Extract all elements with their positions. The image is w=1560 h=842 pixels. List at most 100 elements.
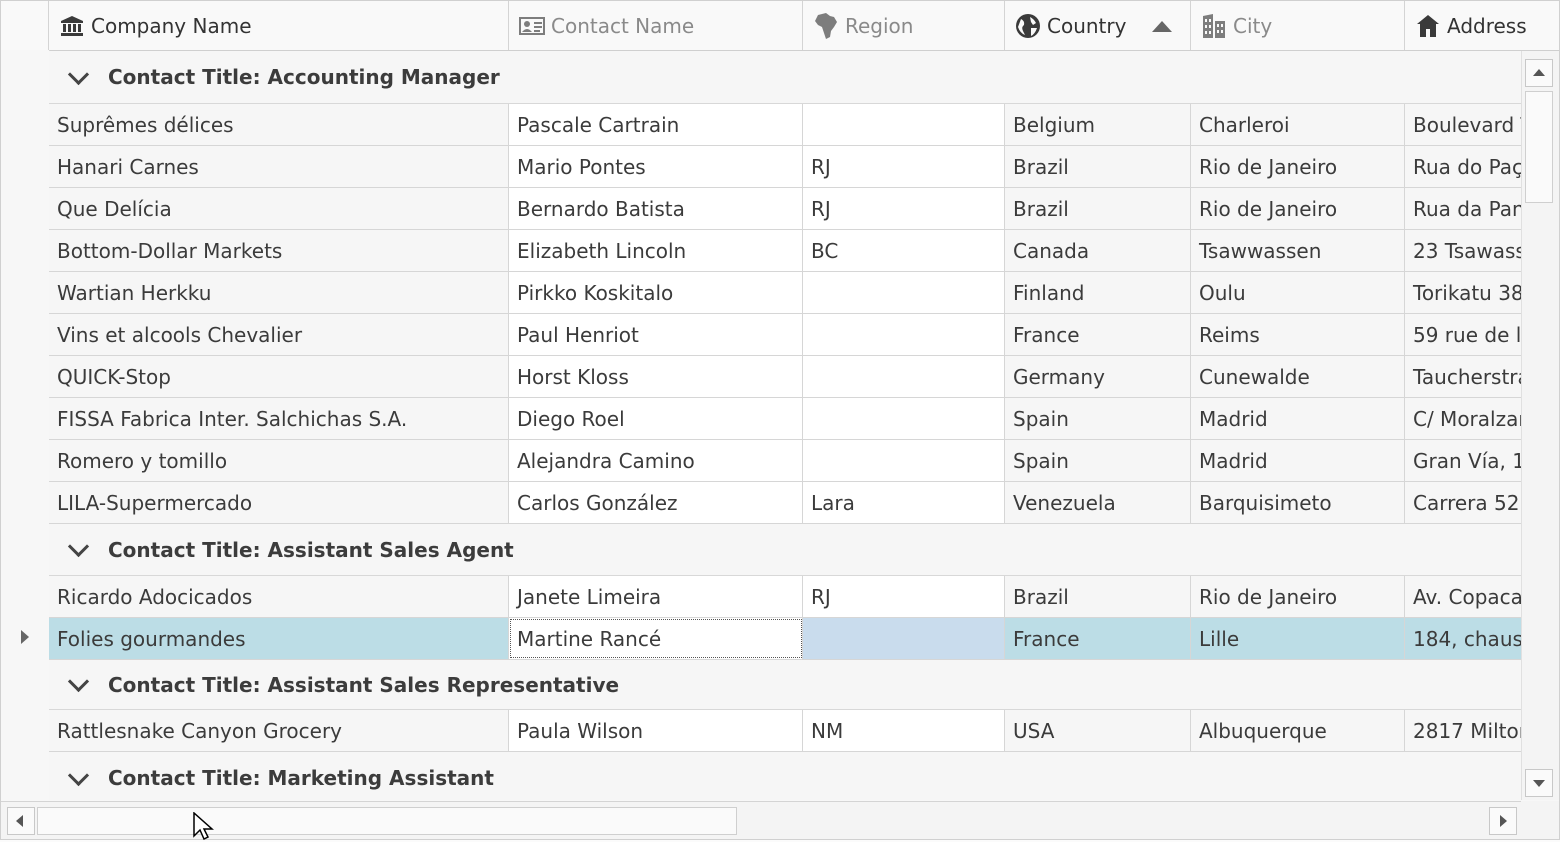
cell-region[interactable]	[803, 356, 1005, 397]
column-header-contact[interactable]: Contact Name	[509, 1, 803, 50]
cell-address[interactable]: 23 Tsawasse	[1405, 230, 1521, 271]
cell-company[interactable]: Hanari Carnes	[49, 146, 509, 187]
cell-region[interactable]	[803, 440, 1005, 481]
chevron-down-icon[interactable]	[67, 535, 90, 558]
table-row[interactable]: Romero y tomillo Alejandra Camino Spain …	[49, 440, 1521, 482]
cell-city[interactable]: Albuquerque	[1191, 710, 1405, 751]
cell-city[interactable]: Rio de Janeiro	[1191, 188, 1405, 229]
cell-address[interactable]: 2817 Milton	[1405, 710, 1521, 751]
column-header-city[interactable]: City	[1191, 1, 1405, 50]
cell-contact[interactable]: Pirkko Koskitalo	[509, 272, 803, 313]
cell-region[interactable]: RJ	[803, 146, 1005, 187]
group-row[interactable]: Contact Title: Marketing Assistant	[49, 752, 1521, 800]
cell-country[interactable]: Canada	[1005, 230, 1191, 271]
table-row[interactable]: Hanari Carnes Mario Pontes RJ Brazil Rio…	[49, 146, 1521, 188]
cell-company[interactable]: Suprêmes délices	[49, 104, 509, 145]
column-header-region[interactable]: Region	[803, 1, 1005, 50]
scroll-up-button[interactable]	[1525, 59, 1553, 87]
cell-address[interactable]: Carrera 52 c	[1405, 482, 1521, 523]
cell-address[interactable]: Av. Copacab	[1405, 576, 1521, 617]
cell-country[interactable]: Brazil	[1005, 146, 1191, 187]
cell-company[interactable]: Romero y tomillo	[49, 440, 509, 481]
table-row[interactable]: Que Delícia Bernardo Batista RJ Brazil R…	[49, 188, 1521, 230]
table-row[interactable]: LILA-Supermercado Carlos González Lara V…	[49, 482, 1521, 524]
cell-city[interactable]: Lille	[1191, 618, 1405, 659]
cell-country[interactable]: Belgium	[1005, 104, 1191, 145]
table-row[interactable]: Wartian Herkku Pirkko Koskitalo Finland …	[49, 272, 1521, 314]
cell-contact[interactable]: Elizabeth Lincoln	[509, 230, 803, 271]
chevron-down-icon[interactable]	[67, 63, 90, 85]
cell-company[interactable]: Que Delícia	[49, 188, 509, 229]
cell-contact[interactable]: Janete Limeira	[509, 576, 803, 617]
cell-address[interactable]: Boulevard Ti	[1405, 104, 1521, 145]
column-header-country[interactable]: Country	[1005, 1, 1191, 50]
cell-contact[interactable]: Alejandra Camino	[509, 440, 803, 481]
cell-city[interactable]: Reims	[1191, 314, 1405, 355]
scroll-right-button[interactable]	[1489, 807, 1517, 835]
cell-contact[interactable]: Bernardo Batista	[509, 188, 803, 229]
cell-country[interactable]: Brazil	[1005, 576, 1191, 617]
cell-city[interactable]: Oulu	[1191, 272, 1405, 313]
cell-company[interactable]: Wartian Herkku	[49, 272, 509, 313]
cell-contact[interactable]: Horst Kloss	[509, 356, 803, 397]
cell-region[interactable]: Lara	[803, 482, 1005, 523]
horizontal-scroll-thumb[interactable]	[37, 807, 737, 835]
scroll-left-button[interactable]	[7, 807, 35, 835]
cell-region[interactable]: RJ	[803, 188, 1005, 229]
cell-country[interactable]: Brazil	[1005, 188, 1191, 229]
cell-address[interactable]: Taucherstra	[1405, 356, 1521, 397]
table-row[interactable]: Rattlesnake Canyon Grocery Paula Wilson …	[49, 710, 1521, 752]
column-header-address[interactable]: Address	[1405, 1, 1559, 50]
cell-region[interactable]	[803, 104, 1005, 145]
vertical-scrollbar[interactable]	[1521, 51, 1559, 800]
cell-contact-focused[interactable]: Martine Rancé	[509, 618, 803, 659]
cell-contact[interactable]: Diego Roel	[509, 398, 803, 439]
cell-region[interactable]: NM	[803, 710, 1005, 751]
cell-country[interactable]: Venezuela	[1005, 482, 1191, 523]
chevron-down-icon[interactable]	[67, 670, 90, 693]
table-row[interactable]: QUICK-Stop Horst Kloss Germany Cunewalde…	[49, 356, 1521, 398]
cell-country[interactable]: Finland	[1005, 272, 1191, 313]
cell-address[interactable]: Gran Vía, 1	[1405, 440, 1521, 481]
cell-city[interactable]: Rio de Janeiro	[1191, 146, 1405, 187]
cell-country[interactable]: France	[1005, 314, 1191, 355]
cell-city[interactable]: Madrid	[1191, 398, 1405, 439]
group-row[interactable]: Contact Title: Assistant Sales Represent…	[49, 660, 1521, 710]
cell-contact[interactable]: Paula Wilson	[509, 710, 803, 751]
cell-company[interactable]: LILA-Supermercado	[49, 482, 509, 523]
group-row[interactable]: Contact Title: Assistant Sales Agent	[49, 524, 1521, 576]
horizontal-scrollbar[interactable]	[1, 801, 1559, 839]
cell-city[interactable]: Madrid	[1191, 440, 1405, 481]
cell-city[interactable]: Tsawwassen	[1191, 230, 1405, 271]
cell-country[interactable]: Spain	[1005, 440, 1191, 481]
cell-contact[interactable]: Pascale Cartrain	[509, 104, 803, 145]
chevron-down-icon[interactable]	[67, 764, 90, 786]
cell-address[interactable]: C/ Moralzarz	[1405, 398, 1521, 439]
column-header-company[interactable]: Company Name	[49, 1, 509, 50]
table-row[interactable]: Vins et alcools Chevalier Paul Henriot F…	[49, 314, 1521, 356]
cell-address[interactable]: Torikatu 38	[1405, 272, 1521, 313]
cell-region[interactable]: BC	[803, 230, 1005, 271]
cell-city[interactable]: Charleroi	[1191, 104, 1405, 145]
cell-company[interactable]: FISSA Fabrica Inter. Salchichas S.A.	[49, 398, 509, 439]
cell-region[interactable]: RJ	[803, 576, 1005, 617]
table-row[interactable]: FISSA Fabrica Inter. Salchichas S.A. Die…	[49, 398, 1521, 440]
cell-city[interactable]: Barquisimeto	[1191, 482, 1405, 523]
table-row[interactable]: Suprêmes délices Pascale Cartrain Belgiu…	[49, 104, 1521, 146]
cell-region[interactable]	[803, 272, 1005, 313]
cell-company[interactable]: Ricardo Adocicados	[49, 576, 509, 617]
cell-address[interactable]: Rua da Pana	[1405, 188, 1521, 229]
table-row-selected[interactable]: Folies gourmandes Martine Rancé France L…	[49, 618, 1521, 660]
scroll-down-button[interactable]	[1525, 769, 1553, 797]
table-row[interactable]: Ricardo Adocicados Janete Limeira RJ Bra…	[49, 576, 1521, 618]
cell-address[interactable]: 184, chausse	[1405, 618, 1521, 659]
vertical-scroll-thumb[interactable]	[1525, 91, 1553, 203]
table-row[interactable]: Bottom-Dollar Markets Elizabeth Lincoln …	[49, 230, 1521, 272]
cell-region[interactable]	[803, 618, 1005, 659]
group-row[interactable]: Contact Title: Accounting Manager	[49, 51, 1521, 104]
cell-company[interactable]: QUICK-Stop	[49, 356, 509, 397]
cell-contact[interactable]: Carlos González	[509, 482, 803, 523]
cell-city[interactable]: Rio de Janeiro	[1191, 576, 1405, 617]
cell-address[interactable]: Rua do Paço	[1405, 146, 1521, 187]
cell-country[interactable]: USA	[1005, 710, 1191, 751]
